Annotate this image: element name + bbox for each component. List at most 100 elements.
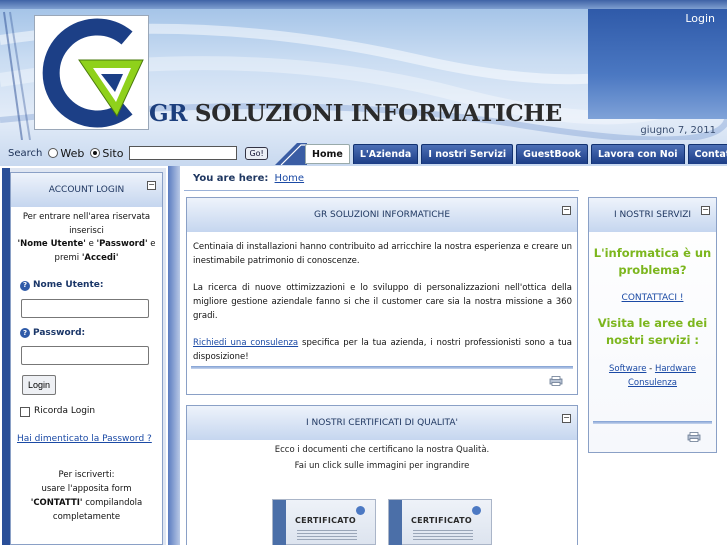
go-button[interactable]: Go! bbox=[245, 146, 268, 160]
tab-contatti[interactable]: Contatti bbox=[687, 144, 727, 164]
account-login-panel: ACCOUNT LOGIN − Per entrare nell'area ri… bbox=[10, 172, 163, 545]
tab-home[interactable]: Home bbox=[305, 144, 350, 164]
header-right-band bbox=[588, 9, 727, 119]
services-panel-header: I NOSTRI SERVIZI − bbox=[589, 198, 716, 232]
register-line-1: Per iscriverti: bbox=[58, 470, 115, 480]
tab-lavora[interactable]: Lavora con Noi bbox=[590, 144, 685, 164]
search-web-radio[interactable] bbox=[48, 148, 59, 158]
services-links: Software - Hardware Consulenza bbox=[589, 362, 716, 390]
contattaci-link[interactable]: CONTATTACI ! bbox=[589, 293, 716, 303]
certificate-image-2[interactable]: CERTIFICATO bbox=[388, 499, 492, 545]
cert-panel-header: I NOSTRI CERTIFICATI DI QUALITA' − bbox=[187, 406, 577, 440]
top-strip bbox=[0, 0, 727, 9]
login-panel-title: ACCOUNT LOGIN bbox=[48, 185, 125, 195]
login-intro-accedi: 'Accedi' bbox=[81, 252, 119, 263]
cert-line-2: Fai un click sulle immagini per ingrandi… bbox=[294, 461, 470, 471]
main-panel-title: GR SOLUZIONI INFORMATICHE bbox=[313, 210, 451, 220]
remember-login-checkbox[interactable] bbox=[20, 406, 30, 417]
certificate-stripe bbox=[273, 500, 286, 545]
cert-panel-content: Ecco i documenti che certificano la nost… bbox=[187, 442, 577, 474]
tab-servizi[interactable]: I nostri Servizi bbox=[421, 144, 514, 164]
username-label: ? Nome Utente: bbox=[20, 279, 156, 293]
print-icon[interactable] bbox=[687, 432, 701, 442]
username-label-text: Nome Utente: bbox=[33, 280, 104, 290]
current-date: giugno 7, 2011 bbox=[640, 125, 716, 136]
nav-wedge-decoration bbox=[275, 143, 307, 165]
hardware-link[interactable]: Hardware bbox=[655, 364, 696, 374]
breadcrumb-label: You are here: bbox=[193, 173, 269, 184]
main-panel-header: GR SOLUZIONI INFORMATICHE − bbox=[187, 198, 577, 232]
gr-logo-icon[interactable] bbox=[34, 15, 149, 130]
minimize-icon[interactable]: − bbox=[147, 181, 156, 190]
services-headline: L'informatica è un problema? bbox=[593, 246, 712, 277]
breadcrumb-divider bbox=[184, 190, 579, 191]
help-icon: ? bbox=[20, 328, 30, 339]
main-paragraph-2: La ricerca di nuove ottimizzazioni e lo … bbox=[193, 283, 572, 321]
site-title-prefix: GR bbox=[149, 100, 188, 127]
certificate-image-1[interactable]: CERTIFICATO bbox=[272, 499, 376, 545]
software-link[interactable]: Software bbox=[609, 364, 646, 374]
remember-login-label: Ricorda Login bbox=[34, 406, 96, 416]
main-paragraph-1: Centinaia di installazioni hanno contrib… bbox=[193, 242, 572, 266]
register-instructions: Per iscriverti: usare l'apposita form 'C… bbox=[17, 468, 156, 524]
minimize-icon[interactable]: − bbox=[701, 206, 710, 215]
cert-panel-title: I NOSTRI CERTIFICATI DI QUALITA' bbox=[306, 418, 458, 428]
panel-footer-line bbox=[191, 366, 573, 369]
register-line-4: completamente bbox=[52, 512, 121, 522]
minimize-icon[interactable]: − bbox=[562, 206, 571, 215]
page-body: ACCOUNT LOGIN − Per entrare nell'area ri… bbox=[0, 166, 727, 545]
breadcrumb: You are here: Home bbox=[193, 173, 304, 184]
main-panel-content: Centinaia di installazioni hanno contrib… bbox=[187, 232, 577, 364]
search-input[interactable] bbox=[129, 146, 238, 160]
print-icon[interactable] bbox=[549, 376, 563, 386]
certificate-title: CERTIFICATO bbox=[295, 516, 357, 525]
password-label: ? Password: bbox=[20, 327, 156, 341]
main-nav: Home L'Azienda I nostri Servizi GuestBoo… bbox=[305, 144, 727, 164]
search-label: Search bbox=[8, 147, 43, 159]
register-line-3: compilandola bbox=[82, 498, 143, 508]
certificate-seal-icon bbox=[356, 506, 365, 515]
certificate-seal-icon bbox=[472, 506, 481, 515]
breadcrumb-home-link[interactable]: Home bbox=[275, 173, 305, 184]
register-line-2: usare l'apposita form bbox=[41, 484, 132, 494]
register-contatti: 'CONTATTI' bbox=[30, 498, 83, 508]
login-instructions: Per entrare nell'area riservata inserisc… bbox=[17, 211, 156, 265]
login-panel-header: ACCOUNT LOGIN − bbox=[11, 173, 162, 207]
main-paragraph-3: Richiedi una consulenza specifica per la… bbox=[193, 336, 572, 364]
left-divider bbox=[168, 166, 180, 545]
services-visit-text: Visita le aree dei nostri servizi : bbox=[597, 316, 708, 347]
services-panel: I NOSTRI SERVIZI − L'informatica è un pr… bbox=[588, 197, 717, 453]
login-intro-user: 'Nome Utente' bbox=[17, 239, 86, 249]
services-link-separator: - bbox=[646, 364, 655, 374]
password-label-text: Password: bbox=[33, 327, 86, 338]
forgot-password-link[interactable]: Hai dimenticato la Password ? bbox=[17, 433, 156, 447]
header-login-link[interactable]: Login bbox=[685, 12, 715, 25]
certificate-stripe bbox=[389, 500, 402, 545]
certificate-text-lines bbox=[413, 530, 473, 540]
login-button[interactable]: Login bbox=[22, 375, 57, 395]
site-title: GR SOLUZIONI INFORMATICHE bbox=[149, 100, 562, 127]
login-intro-premi: premi bbox=[54, 252, 82, 263]
username-field[interactable] bbox=[21, 298, 149, 318]
login-panel-body: Per entrare nell'area riservata inserisc… bbox=[11, 207, 162, 528]
search-site-label: Sito bbox=[102, 146, 124, 160]
help-icon: ? bbox=[20, 280, 30, 291]
login-intro-e: e bbox=[147, 239, 156, 249]
tab-azienda[interactable]: L'Azienda bbox=[352, 144, 419, 164]
panel-footer-line bbox=[593, 421, 712, 424]
site-header: Login GR SOLUZIONI INFORMATICHE giugno 7… bbox=[0, 0, 727, 168]
login-intro-text: Per entrare nell'area riservata inserisc… bbox=[22, 212, 151, 236]
password-field[interactable] bbox=[21, 346, 149, 365]
search-web-label: Web bbox=[60, 146, 85, 160]
main-content-panel: GR SOLUZIONI INFORMATICHE − Centinaia di… bbox=[186, 197, 578, 395]
minimize-icon[interactable]: − bbox=[562, 414, 571, 423]
remember-login-row[interactable]: Ricorda Login bbox=[20, 405, 156, 419]
consulenza-service-link[interactable]: Consulenza bbox=[628, 378, 677, 388]
search-site-radio[interactable] bbox=[90, 148, 101, 158]
tab-guestbook[interactable]: GuestBook bbox=[516, 144, 588, 164]
certificate-title: CERTIFICATO bbox=[411, 516, 473, 525]
certificates-panel: I NOSTRI CERTIFICATI DI QUALITA' − Ecco … bbox=[186, 405, 578, 545]
consulenza-link[interactable]: Richiedi una consulenza bbox=[193, 338, 298, 348]
cert-line-1: Ecco i documenti che certificano la nost… bbox=[274, 445, 490, 455]
login-intro-and: e bbox=[85, 239, 97, 249]
